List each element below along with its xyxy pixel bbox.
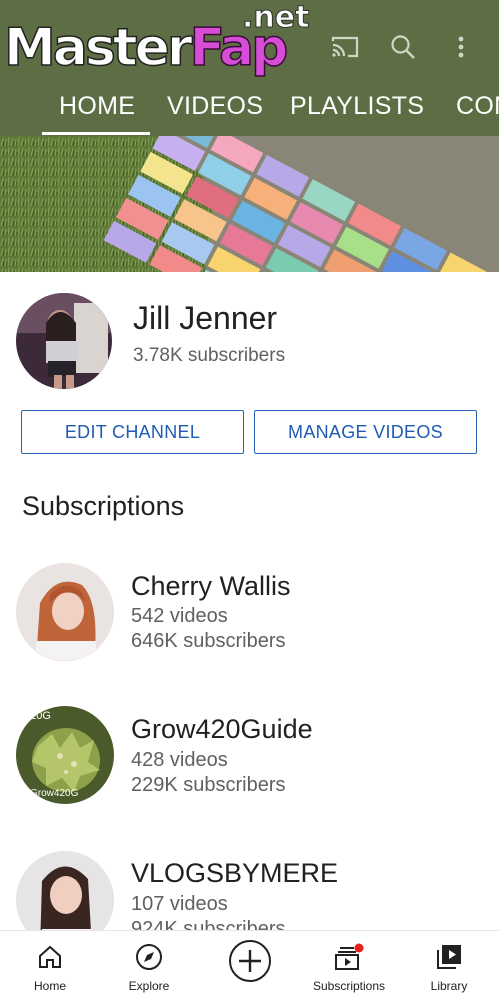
tab-videos[interactable]: VIDEOS bbox=[167, 80, 263, 136]
channel-tabs: HOME VIDEOS PLAYLISTS COM bbox=[0, 80, 499, 136]
subscription-name: Cherry Wallis bbox=[131, 571, 291, 601]
subscription-avatar[interactable]: 420G Grow420G bbox=[16, 706, 114, 804]
app-header: MasterFap .net HOME VIDEOS PLAYLISTS COM bbox=[0, 0, 499, 136]
subscription-item[interactable]: 420G Grow420G Grow420Guide 428 videos 22… bbox=[0, 704, 499, 814]
channel-subscriber-count: 3.78K subscribers bbox=[133, 345, 286, 366]
avatar-text-bottom: Grow420G bbox=[30, 788, 79, 799]
nav-label: Explore bbox=[128, 979, 170, 993]
subscription-video-count: 107 videos bbox=[131, 893, 228, 915]
tab-playlists[interactable]: PLAYLISTS bbox=[290, 80, 424, 136]
subscription-video-count: 542 videos bbox=[131, 605, 228, 627]
nav-explore[interactable]: Explore bbox=[119, 931, 179, 1000]
avatar-text-top: 420G bbox=[24, 710, 51, 722]
watermark-suffix: .net bbox=[241, 0, 310, 36]
nav-label: Library bbox=[430, 979, 468, 993]
subscription-video-count: 428 videos bbox=[131, 749, 228, 771]
subscription-subscriber-count: 229K subscribers bbox=[131, 774, 286, 796]
edit-channel-button[interactable]: EDIT CHANNEL bbox=[21, 410, 244, 454]
more-vert-icon[interactable] bbox=[444, 30, 478, 64]
nav-label: Home bbox=[33, 979, 66, 993]
subscription-subscriber-count: 646K subscribers bbox=[131, 630, 286, 652]
subscription-avatar[interactable] bbox=[16, 563, 114, 661]
subscription-item[interactable]: Cherry Wallis 542 videos 646K subscriber… bbox=[0, 560, 499, 670]
nav-subscriptions[interactable]: Subscriptions bbox=[306, 931, 392, 1000]
tab-community[interactable]: COM bbox=[456, 80, 499, 136]
subscriptions-heading: Subscriptions bbox=[22, 491, 185, 521]
channel-avatar[interactable] bbox=[16, 293, 112, 389]
channel-name: Jill Jenner bbox=[133, 300, 278, 336]
library-icon bbox=[435, 943, 463, 971]
manage-videos-button[interactable]: MANAGE VIDEOS bbox=[254, 410, 477, 454]
subscription-name: VLOGSBYMERE bbox=[131, 858, 339, 888]
compass-icon bbox=[135, 943, 163, 971]
tab-home[interactable]: HOME bbox=[59, 80, 135, 136]
bottom-navigation: Home Explore Subscriptions Library bbox=[0, 930, 499, 1000]
nav-label: Subscriptions bbox=[312, 979, 386, 993]
tab-selected-indicator bbox=[42, 132, 150, 135]
cast-icon[interactable] bbox=[328, 30, 362, 64]
subscription-name: Grow420Guide bbox=[131, 714, 313, 744]
add-circle-icon bbox=[228, 940, 272, 982]
home-icon bbox=[37, 943, 63, 971]
nav-library[interactable]: Library bbox=[420, 931, 478, 1000]
nav-create[interactable] bbox=[225, 931, 275, 1000]
nav-home[interactable]: Home bbox=[20, 931, 80, 1000]
channel-banner bbox=[0, 136, 499, 272]
subscriptions-icon bbox=[334, 943, 364, 971]
search-icon[interactable] bbox=[386, 30, 420, 64]
